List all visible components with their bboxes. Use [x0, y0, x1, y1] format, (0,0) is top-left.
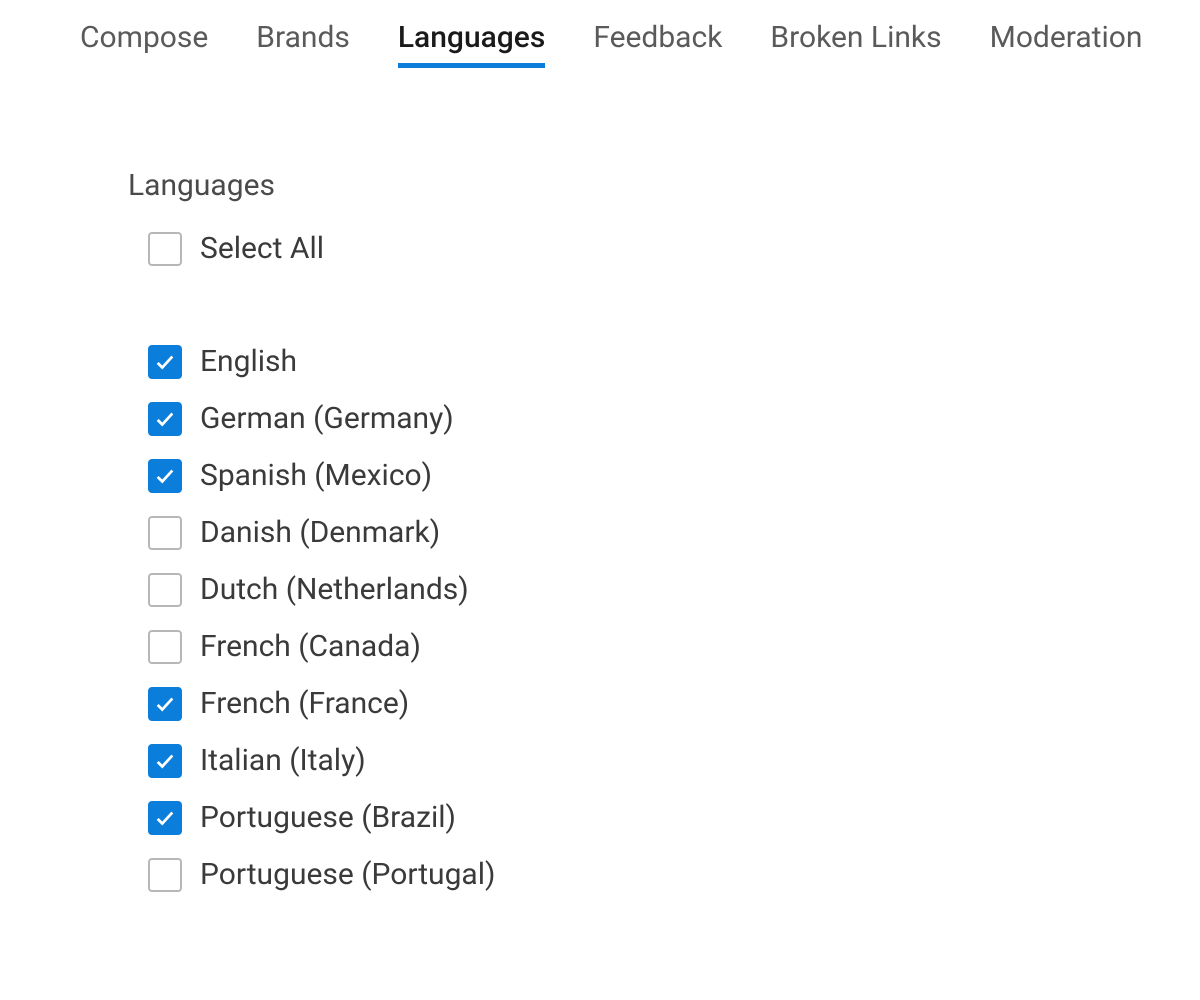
language-label: French (Canada) — [200, 629, 421, 664]
tab-compose[interactable]: Compose — [80, 20, 208, 68]
tab-bar: Compose Brands Languages Feedback Broken… — [0, 0, 1200, 68]
language-label: Italian (Italy) — [200, 743, 366, 778]
language-checkbox[interactable] — [148, 459, 182, 493]
language-row: German (Germany) — [148, 401, 1200, 436]
section-title: Languages — [128, 168, 1200, 203]
language-checkbox[interactable] — [148, 402, 182, 436]
language-label: French (France) — [200, 686, 409, 721]
select-all-checkbox[interactable] — [148, 232, 182, 266]
tab-languages[interactable]: Languages — [398, 20, 545, 68]
select-all-label: Select All — [200, 231, 324, 266]
language-row: Dutch (Netherlands) — [148, 572, 1200, 607]
tab-broken-links[interactable]: Broken Links — [770, 20, 941, 68]
language-checkbox[interactable] — [148, 744, 182, 778]
language-list: English German (Germany) Spanish (Mexico) D… — [128, 344, 1200, 892]
language-row: Portuguese (Brazil) — [148, 800, 1200, 835]
language-row: Danish (Denmark) — [148, 515, 1200, 550]
language-label: English — [200, 344, 297, 379]
tab-moderation[interactable]: Moderation — [990, 20, 1143, 68]
language-label: Portuguese (Portugal) — [200, 857, 496, 892]
checkmark-icon — [154, 750, 176, 772]
language-label: German (Germany) — [200, 401, 454, 436]
checkmark-icon — [154, 693, 176, 715]
language-checkbox[interactable] — [148, 858, 182, 892]
language-label: Spanish (Mexico) — [200, 458, 432, 493]
language-row: English — [148, 344, 1200, 379]
language-label: Dutch (Netherlands) — [200, 572, 469, 607]
language-checkbox[interactable] — [148, 630, 182, 664]
checkmark-icon — [154, 351, 176, 373]
tab-feedback[interactable]: Feedback — [593, 20, 722, 68]
checkmark-icon — [154, 807, 176, 829]
languages-panel: Languages Select All English German (Germ… — [0, 68, 1200, 892]
select-all-row: Select All — [148, 231, 1200, 266]
language-row: French (France) — [148, 686, 1200, 721]
tab-brands[interactable]: Brands — [256, 20, 350, 68]
language-checkbox[interactable] — [148, 801, 182, 835]
checkmark-icon — [154, 408, 176, 430]
language-label: Portuguese (Brazil) — [200, 800, 456, 835]
language-checkbox[interactable] — [148, 687, 182, 721]
language-checkbox[interactable] — [148, 573, 182, 607]
language-checkbox[interactable] — [148, 345, 182, 379]
language-row: French (Canada) — [148, 629, 1200, 664]
language-row: Italian (Italy) — [148, 743, 1200, 778]
language-label: Danish (Denmark) — [200, 515, 440, 550]
language-row: Portuguese (Portugal) — [148, 857, 1200, 892]
language-row: Spanish (Mexico) — [148, 458, 1200, 493]
language-checkbox[interactable] — [148, 516, 182, 550]
checkmark-icon — [154, 465, 176, 487]
